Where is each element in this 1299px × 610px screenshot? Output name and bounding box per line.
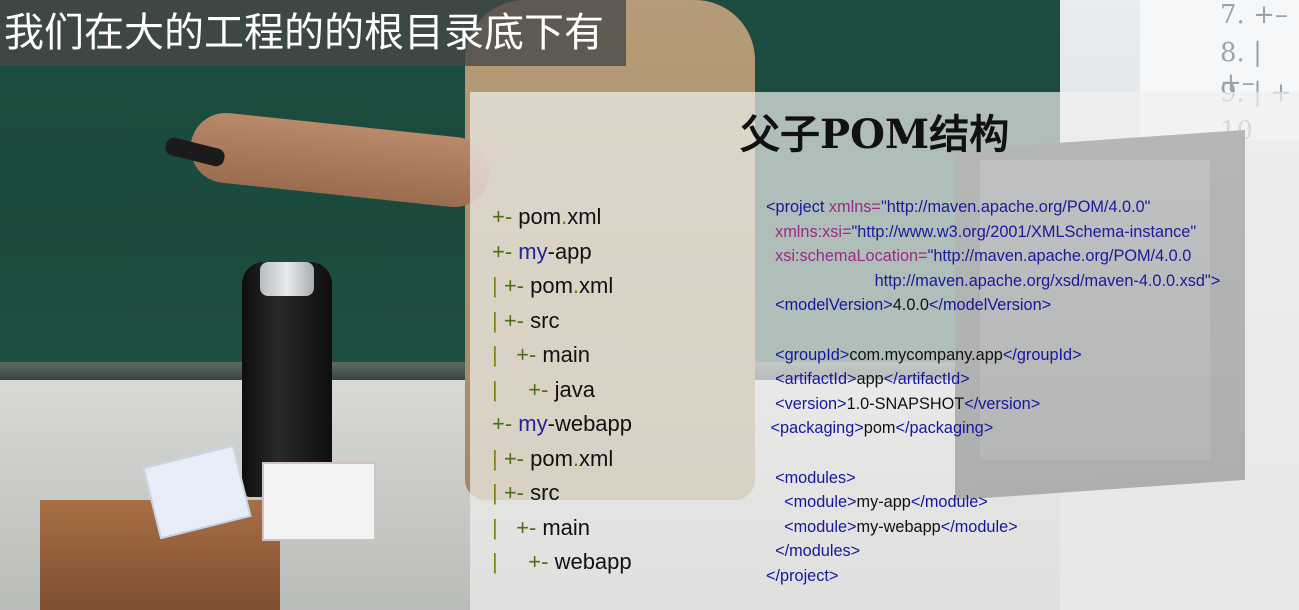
code-line: </modules>	[766, 539, 1220, 564]
subtitle-caption: 我们在大的工程的的根目录底下有	[0, 0, 626, 66]
code-token: </module>	[910, 493, 988, 512]
code-token: </modelVersion>	[928, 296, 1052, 315]
code-token: <module>	[784, 517, 857, 536]
tree-branch: +-	[516, 514, 543, 540]
code-token: <modules>	[775, 468, 856, 487]
code-token: "http://maven.apache.org/POM/4.0.0"	[880, 198, 1151, 216]
tree-item-name: pom.xml	[530, 445, 614, 471]
tree-item-name: main	[542, 514, 591, 540]
thermos-cap	[260, 262, 314, 296]
code-token: "http://maven.apache.org/POM/4.0.0	[927, 247, 1192, 266]
projected-slide: 父子POM结构 +- pom.xml +- my-app | +- pom.xml |…	[470, 92, 1299, 610]
code-token: my-webapp	[856, 517, 941, 536]
tree-branch: +-	[503, 273, 531, 298]
code-line: <artifactId>app</artifactId>	[766, 367, 1220, 392]
tree-branch: +-	[528, 376, 555, 402]
whiteboard-line: 7. +–	[1220, 0, 1288, 30]
code-token: </modules>	[775, 542, 861, 561]
code-line: <project xmlns="http://maven.apache.org/…	[766, 195, 1220, 220]
tree-row: +- my-webapp	[492, 407, 632, 442]
code-line: <module>my-app</module>	[766, 490, 1220, 515]
code-token: >	[1210, 271, 1221, 290]
code-token: xmlns:xsi=	[775, 222, 852, 241]
code-line: <version>1.0-SNAPSHOT</version>	[766, 392, 1220, 417]
directory-tree: +- pom.xml +- my-app | +- pom.xml | +- src |…	[492, 200, 632, 580]
tree-branch: +-	[492, 204, 519, 229]
code-line: http://maven.apache.org/xsd/maven-4.0.0.…	[766, 269, 1221, 294]
code-line: <packaging>pom</packaging>	[766, 416, 1220, 441]
slide-title: 父子POM结构	[740, 111, 1010, 158]
code-token: pom	[863, 419, 896, 438]
tree-indent: |	[492, 480, 504, 505]
tree-item-name: my-webapp	[518, 411, 633, 436]
code-token: <groupId>	[775, 345, 850, 364]
tree-branch: +-	[528, 549, 555, 574]
tree-item-name: main	[542, 342, 591, 367]
code-token: </groupId>	[1002, 345, 1082, 364]
tree-row: | +- pom.xml	[492, 269, 632, 304]
code-line: xsi:schemaLocation="http://maven.apache.…	[766, 244, 1220, 269]
tree-item-name: webapp	[554, 549, 632, 574]
code-line: </project>	[766, 564, 1220, 589]
tree-item-name: my-app	[518, 238, 592, 264]
tree-row: | +- main	[492, 338, 632, 373]
code-token: my-app	[856, 493, 911, 512]
code-token: <project	[766, 198, 829, 216]
tree-row: | +- src	[492, 304, 632, 339]
tree-row: +- pom.xml	[492, 200, 632, 235]
code-token: </packaging>	[895, 419, 994, 438]
code-token: </artifactId>	[883, 370, 970, 389]
pom-xml-code: <project xmlns="http://maven.apache.org/…	[766, 195, 1220, 589]
code-token: </project>	[766, 566, 839, 585]
code-token: com.mycompany.app	[849, 345, 1003, 364]
code-token: xsi:schemaLocation=	[775, 247, 928, 266]
medicine-box	[262, 462, 376, 541]
tree-item-name: pom.xml	[530, 273, 614, 298]
code-line: xmlns:xsi="http://www.w3.org/2001/XMLSch…	[766, 220, 1220, 245]
tree-item-name: src	[530, 307, 560, 333]
code-token: <artifactId>	[775, 370, 857, 389]
tree-indent: |	[492, 273, 504, 298]
code-line: <module>my-webapp</module>	[766, 515, 1220, 540]
tree-row: | +- pom.xml	[492, 442, 632, 477]
code-token: <packaging>	[770, 419, 864, 438]
tree-indent: |	[492, 445, 504, 471]
tree-indent: |	[492, 376, 529, 402]
tree-row: | +- webapp	[492, 545, 632, 580]
code-token: 1.0-SNAPSHOT	[846, 394, 965, 413]
tree-branch: +-	[503, 445, 531, 471]
code-token: app	[856, 370, 884, 389]
tree-indent: |	[492, 307, 504, 333]
tree-indent: |	[492, 342, 517, 367]
code-line: <modelVersion>4.0.0</modelVersion>	[766, 293, 1220, 318]
code-token: <modelVersion>	[775, 296, 893, 315]
code-token: </module>	[940, 517, 1018, 536]
code-token: http://maven.apache.org/xsd/maven-4.0.0.…	[874, 271, 1211, 290]
tree-item-name: java	[554, 376, 595, 402]
code-token: 4.0.0	[892, 296, 929, 315]
tree-branch: +-	[503, 307, 531, 333]
tree-row: | +- main	[492, 511, 632, 546]
tree-row: | +- java	[492, 373, 632, 408]
code-token: </version>	[964, 394, 1041, 413]
code-token: <version>	[775, 394, 847, 413]
tree-branch: +-	[516, 342, 543, 367]
tree-row: | +- src	[492, 476, 632, 511]
tree-item-name: pom.xml	[518, 204, 602, 229]
tree-indent: |	[492, 514, 517, 540]
tree-row: +- my-app	[492, 235, 632, 270]
tree-branch: +-	[492, 238, 519, 264]
code-token: xmlns=	[828, 198, 881, 216]
tree-branch: +-	[492, 411, 519, 436]
code-token: <module>	[784, 493, 857, 512]
code-line: <modules>	[766, 466, 1220, 491]
tree-item-name: src	[530, 480, 560, 505]
code-line: <groupId>com.mycompany.app</groupId>	[766, 343, 1220, 368]
tree-branch: +-	[503, 480, 531, 505]
tree-indent: |	[492, 549, 529, 574]
code-token: "http://www.w3.org/2001/XMLSchema-instan…	[851, 222, 1197, 241]
